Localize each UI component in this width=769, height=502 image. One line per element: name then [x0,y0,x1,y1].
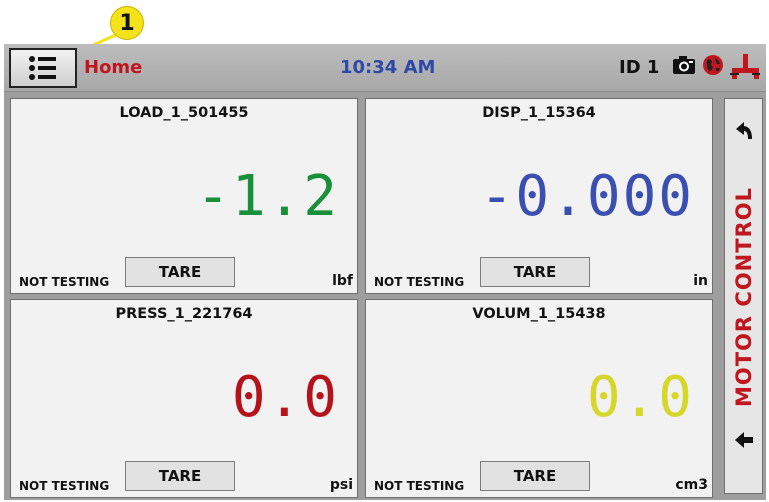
reading-value: -0.000 [479,164,694,229]
unit-label: lbf [332,273,353,289]
tare-button[interactable]: TARE [480,257,590,287]
sensor-panel-volum[interactable]: VOLUM_1_15438 0.0 NOT TESTING TARE cm3 [365,299,713,498]
panel-title: DISP_1_15364 [482,105,596,121]
app-screen: Home 10:34 AM ID 1 LOAD_1_501455 -1.2 NO… [4,44,766,500]
network-icon[interactable] [730,54,760,80]
sensor-panel-disp[interactable]: DISP_1_15364 -0.000 NOT TESTING TARE in [365,98,713,294]
test-status: NOT TESTING [374,479,465,493]
menu-button[interactable] [9,48,77,88]
arrow-up-left-icon [736,122,752,139]
sensor-panel-load[interactable]: LOAD_1_501455 -1.2 NOT TESTING TARE lbf [10,98,358,294]
motor-control-label: MOTOR CONTROL [732,187,756,407]
menu-list-icon [29,56,56,80]
unit-label: cm3 [675,477,708,493]
globe-icon[interactable] [702,54,724,76]
reading-value: 0.0 [231,365,339,430]
unit-label: in [693,273,708,289]
test-status: NOT TESTING [19,479,110,493]
sensor-panel-press[interactable]: PRESS_1_221764 0.0 NOT TESTING TARE psi [10,299,358,498]
unit-label: psi [329,477,353,493]
clock-time: 10:34 AM [340,57,436,78]
panel-title: VOLUM_1_15438 [472,306,606,322]
tare-button[interactable]: TARE [125,257,235,287]
panel-title: PRESS_1_221764 [115,306,253,322]
tare-button[interactable]: TARE [125,461,235,491]
reading-value: 0.0 [586,365,694,430]
arrow-left-icon [735,432,753,448]
test-status: NOT TESTING [374,275,465,289]
page-title: Home [84,57,143,78]
panel-title: LOAD_1_501455 [119,105,249,121]
motor-control-button[interactable]: MOTOR CONTROL [724,98,763,494]
camera-icon[interactable] [672,54,696,76]
callout-badge: 1 [110,6,144,40]
test-status: NOT TESTING [19,275,110,289]
header-bar: Home 10:34 AM ID 1 [4,44,766,92]
tare-button[interactable]: TARE [480,461,590,491]
reading-value: -1.2 [196,164,339,229]
device-id: ID 1 [619,57,660,78]
